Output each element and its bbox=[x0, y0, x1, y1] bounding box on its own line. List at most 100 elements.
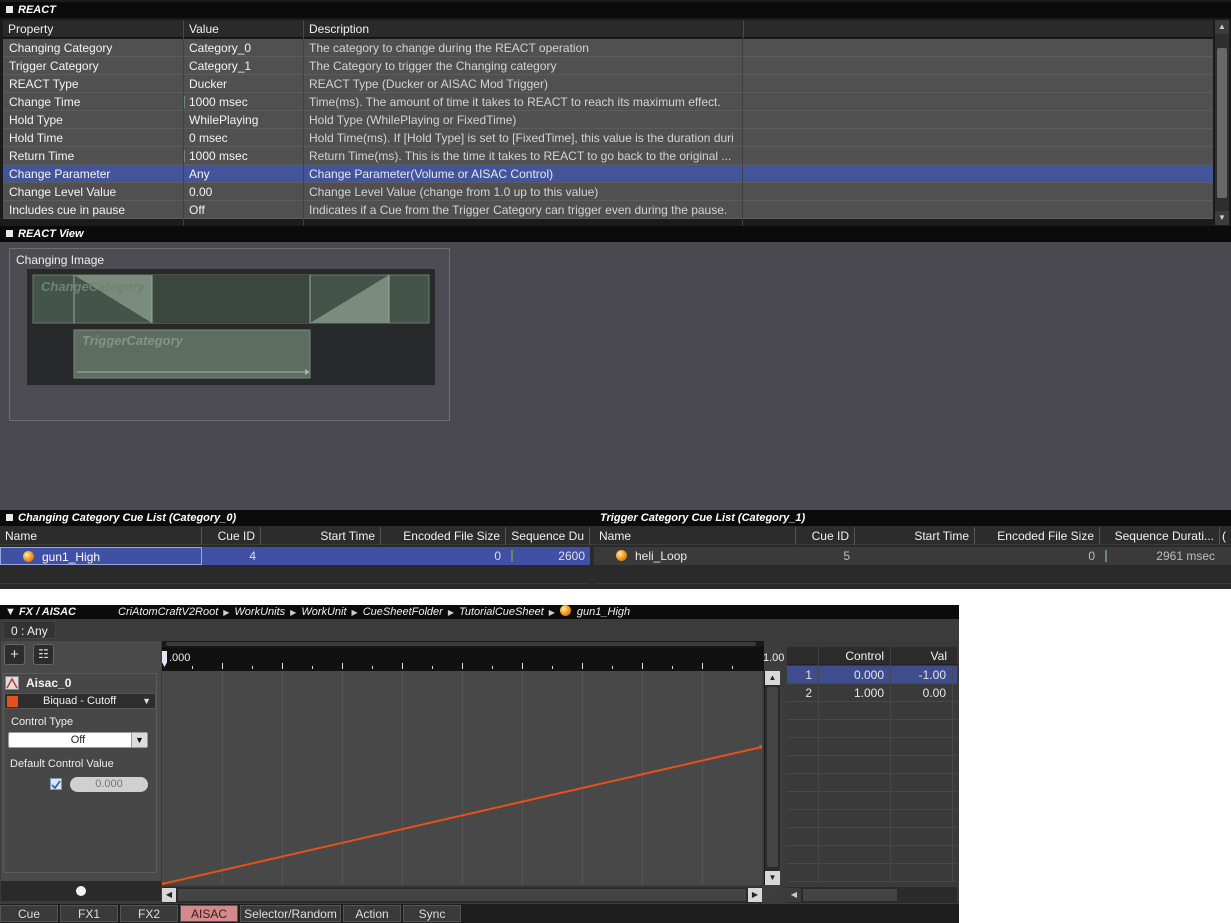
tab-selector-random[interactable]: Selector/Random bbox=[240, 905, 341, 922]
collapse-square-icon[interactable] bbox=[6, 230, 13, 237]
table-row[interactable]: 1 0.000 -1.00 bbox=[787, 666, 957, 684]
default-control-value-input[interactable]: 0.000 bbox=[70, 777, 148, 792]
collapse-square-icon[interactable] bbox=[6, 514, 13, 521]
point-value-cell[interactable]: -1.00 bbox=[891, 666, 953, 684]
property-value[interactable]: Any bbox=[189, 165, 299, 183]
property-row[interactable]: Trigger Category Category_1 The Category t… bbox=[3, 57, 1213, 75]
property-value[interactable]: 0.00 bbox=[189, 183, 299, 201]
control-type-select[interactable]: Off ▼ bbox=[8, 732, 148, 748]
point-control-cell[interactable]: 1.000 bbox=[819, 684, 891, 702]
scroll-up-icon[interactable]: ▲ bbox=[1215, 20, 1229, 34]
scroll-down-icon[interactable]: ▼ bbox=[1215, 211, 1229, 225]
breadcrumb-item[interactable]: CueSheetFolder bbox=[363, 606, 443, 618]
graph-horizontal-scrollbar[interactable]: ◀ ▶ bbox=[162, 887, 762, 903]
graph-ruler[interactable]: .000 1.00 bbox=[162, 647, 784, 671]
default-control-checkbox[interactable] bbox=[50, 778, 62, 790]
table-horizontal-scrollbar[interactable]: ◀ bbox=[787, 887, 957, 903]
add-icon[interactable]: + bbox=[4, 644, 25, 665]
aisac-item[interactable]: Aisac_0 Biquad - Cutoff ▼ Control Type O… bbox=[3, 673, 157, 873]
property-value[interactable]: 1000 msec bbox=[183, 147, 293, 165]
chevron-down-icon[interactable]: ▼ bbox=[131, 733, 147, 747]
property-row[interactable]: Change Level Value 0.00 Change Level Value… bbox=[3, 183, 1213, 201]
point-control-cell[interactable]: 0.000 bbox=[819, 666, 891, 684]
zoom-slider-thumb[interactable] bbox=[76, 886, 86, 896]
list-view-icon[interactable]: ☷ bbox=[33, 644, 54, 665]
property-value[interactable]: 1000 msec bbox=[183, 93, 293, 111]
react-panel-header[interactable]: REACT bbox=[0, 2, 1231, 18]
scroll-thumb[interactable] bbox=[767, 687, 778, 867]
breadcrumb-item[interactable]: WorkUnit bbox=[301, 606, 346, 618]
cue-name-cell[interactable]: gun1_High bbox=[0, 547, 202, 565]
scroll-thumb[interactable] bbox=[166, 642, 756, 646]
aisac-type-dropdown[interactable]: Biquad - Cutoff ▼ bbox=[4, 693, 156, 709]
trigger-cue-list-header[interactable]: Trigger Category Cue List (Category_1) bbox=[594, 510, 1231, 526]
column-header-sequence-duration[interactable]: Sequence Du bbox=[506, 527, 590, 545]
column-header-sequence-duration[interactable]: Sequence Durati... bbox=[1100, 527, 1220, 545]
table-row[interactable]: heli_Loop 5 0 2961 msec bbox=[594, 547, 1231, 565]
scroll-left-icon[interactable]: ◀ bbox=[787, 888, 801, 902]
scroll-left-icon[interactable]: ◀ bbox=[162, 888, 176, 902]
property-row[interactable]: Change Time 1000 msec Time(ms). The amount… bbox=[3, 93, 1213, 111]
column-header-overflow[interactable]: ( bbox=[1220, 527, 1231, 545]
tab-cue[interactable]: Cue bbox=[0, 905, 58, 922]
column-header-property[interactable]: Property bbox=[3, 20, 184, 38]
tab-action[interactable]: Action bbox=[343, 905, 401, 922]
column-header-value[interactable]: Value bbox=[184, 20, 304, 38]
cue-name-cell[interactable]: heli_Loop bbox=[594, 547, 796, 565]
column-header-file-size[interactable]: Encoded File Size bbox=[381, 527, 506, 545]
scroll-thumb[interactable] bbox=[178, 889, 746, 901]
column-header-cue-id[interactable]: Cue ID bbox=[202, 527, 261, 545]
property-row[interactable]: Change Parameter Any Change Parameter(Volu… bbox=[3, 165, 1213, 183]
column-header-value[interactable]: Val bbox=[891, 647, 953, 665]
tab-sync[interactable]: Sync bbox=[403, 905, 461, 922]
table-row[interactable]: gun1_High 4 0 2600 bbox=[0, 547, 590, 565]
zoom-slider-track[interactable] bbox=[1, 881, 161, 901]
property-value[interactable]: Off bbox=[189, 201, 299, 219]
tab-fx2[interactable]: FX2 bbox=[120, 905, 178, 922]
ruler-tick bbox=[462, 663, 463, 669]
column-header-description[interactable]: Description bbox=[304, 20, 744, 38]
point-value-cell[interactable]: 0.00 bbox=[891, 684, 953, 702]
column-header-start-time[interactable]: Start Time bbox=[261, 527, 381, 545]
property-row[interactable]: Includes cue in pause Off Indicates if a C… bbox=[3, 201, 1213, 219]
property-value[interactable]: WhilePlaying bbox=[189, 111, 299, 129]
column-header-start-time[interactable]: Start Time bbox=[855, 527, 975, 545]
scroll-thumb[interactable] bbox=[1217, 48, 1227, 198]
property-value[interactable]: Category_0 bbox=[189, 39, 299, 57]
property-row[interactable]: Hold Time 0 msec Hold Time(ms). If [Hold T… bbox=[3, 129, 1213, 147]
playhead-marker[interactable] bbox=[162, 651, 167, 667]
changing-cue-list-header[interactable]: Changing Category Cue List (Category_0) bbox=[0, 510, 594, 526]
fx-aisac-title[interactable]: ▼ FX / AISAC bbox=[5, 605, 76, 619]
graph-vertical-scrollbar[interactable]: ▲ ▼ bbox=[764, 671, 780, 885]
table-row[interactable]: 2 1.000 0.00 bbox=[787, 684, 957, 702]
column-header-name[interactable]: Name bbox=[0, 527, 202, 545]
column-header-name[interactable]: Name bbox=[594, 527, 796, 545]
property-row[interactable]: Return Time 1000 msec Return Time(ms). Thi… bbox=[3, 147, 1213, 165]
property-row[interactable]: Hold Type WhilePlaying Hold Type (WhilePla… bbox=[3, 111, 1213, 129]
scroll-up-icon[interactable]: ▲ bbox=[765, 671, 780, 685]
property-row[interactable]: Changing Category Category_0 The category … bbox=[3, 39, 1213, 57]
tab-any[interactable]: 0 : Any bbox=[3, 621, 56, 639]
breadcrumb-item[interactable]: TutorialCueSheet bbox=[459, 606, 544, 618]
scroll-down-icon[interactable]: ▼ bbox=[765, 871, 780, 885]
column-header-cue-id[interactable]: Cue ID bbox=[796, 527, 855, 545]
property-value[interactable]: Ducker bbox=[189, 75, 299, 93]
tab-fx1[interactable]: FX1 bbox=[60, 905, 118, 922]
breadcrumb-item[interactable]: CriAtomCraftV2Root bbox=[118, 606, 218, 618]
scroll-thumb[interactable] bbox=[803, 889, 897, 901]
breadcrumb-item[interactable]: gun1_High bbox=[577, 606, 630, 618]
chevron-down-icon[interactable]: ▼ bbox=[142, 694, 151, 708]
breadcrumb-item[interactable]: WorkUnits bbox=[234, 606, 285, 618]
react-grid-scrollbar[interactable]: ▲ ▼ bbox=[1214, 20, 1229, 225]
scroll-right-icon[interactable]: ▶ bbox=[748, 888, 762, 902]
collapse-square-icon[interactable] bbox=[6, 6, 13, 13]
tab-aisac[interactable]: AISAC bbox=[180, 905, 238, 922]
column-header-control[interactable]: Control bbox=[819, 647, 891, 665]
property-row[interactable]: REACT Type Ducker REACT Type (Ducker or AI… bbox=[3, 75, 1213, 93]
column-header-file-size[interactable]: Encoded File Size bbox=[975, 527, 1100, 545]
property-value[interactable]: Category_1 bbox=[189, 57, 299, 75]
property-value[interactable]: 0 msec bbox=[189, 129, 299, 147]
react-view-header[interactable]: REACT View bbox=[0, 226, 1231, 242]
aisac-curve[interactable] bbox=[162, 745, 762, 885]
graph-plot[interactable] bbox=[162, 671, 762, 885]
